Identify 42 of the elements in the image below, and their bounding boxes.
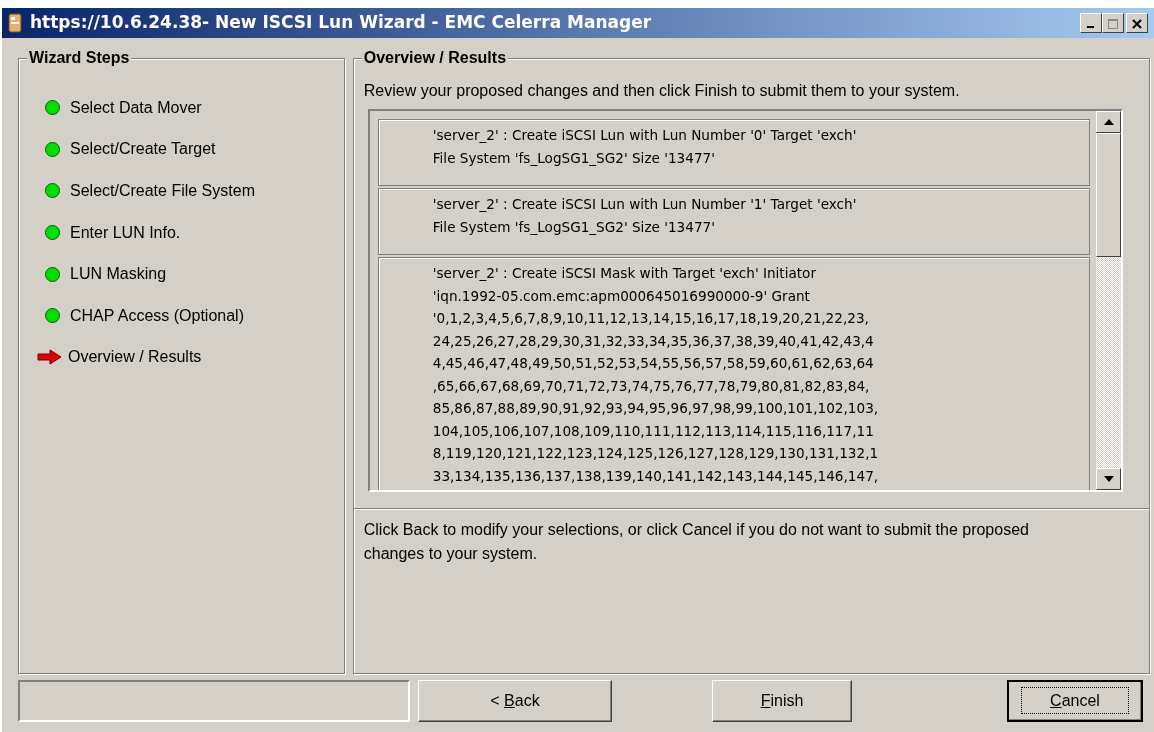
- change-text: 85,86,87,88,89,90,91,92,93,94,95,96,97,98,99,100,101,102,103,: [432, 399, 880, 418]
- scroll-down-button[interactable]: [1096, 468, 1121, 490]
- close-button[interactable]: [1126, 13, 1148, 33]
- change-text: 104,105,106,107,108,109,110,111,112,113,114,115,116,117,11: [432, 421, 875, 441]
- wizard-button[interactable]: < Back: [418, 680, 612, 722]
- instruction-text: Review your proposed changes and then click Finish to submit them to your system.: [363, 81, 961, 101]
- maximize-icon: [1108, 19, 1118, 29]
- scroll-up-button[interactable]: [1096, 111, 1121, 133]
- change-item[interactable]: 'server_2' : Create iSCSI Lun with Lun Number '1' Target 'exch' File System 'fs_LogSG1_SG2' Size '13477': [377, 188, 1090, 255]
- change-text: 'server_2' : Create iSCSI Lun with Lun Number '1' Target 'exch': [432, 195, 858, 214]
- wizard-button[interactable]: Cancel: [1007, 680, 1143, 722]
- wizard-button[interactable]: Finish: [712, 680, 852, 722]
- app-icon: [8, 13, 22, 33]
- step-label: CHAP Access (Optional): [70, 305, 244, 326]
- change-text: 33,134,135,136,137,138,139,140,141,142,143,144,145,146,147,: [432, 466, 880, 486]
- change-text: '0,1,2,3,4,5,6,7,8,9,10,11,12,13,14,15,16,17,18,19,20,21,22,23,: [432, 309, 870, 328]
- change-text: 8,119,120,121,122,123,124,125,126,127,128,129,130,131,132,1: [432, 444, 880, 463]
- change-text: 4,45,46,47,48,49,50,51,52,53,54,55,56,57,58,59,60,61,62,63,64: [432, 354, 875, 373]
- scrollbar[interactable]: [1096, 111, 1121, 490]
- instruction-text: Click Back to modify your selections, or click Cancel if you do not want to submit the proposed changes to your system.: [363, 520, 1030, 564]
- change-text: 'server_2' : Create iSCSI Lun with Lun Number '0' Target 'exch': [432, 126, 858, 145]
- change-text: 'server_2' : Create iSCSI Mask with Target 'exch' Initiator: [432, 264, 818, 283]
- change-item[interactable]: 'server_2' : Create iSCSI Lun with Lun Number '0' Target 'exch' File System 'fs_LogSG1_SG2' Size '13477': [377, 119, 1090, 186]
- down-arrow-icon: [1103, 476, 1114, 482]
- step-label: Select Data Mover: [70, 97, 202, 118]
- step-label: Select/Create Target: [70, 139, 216, 160]
- step-label: Select/Create File System: [70, 181, 255, 201]
- change-text: File System 'fs_LogSG1_SG2' Size '13477': [432, 148, 716, 168]
- panel-title: Wizard Steps: [27, 48, 132, 68]
- step-label: Overview / Results: [68, 347, 202, 368]
- up-arrow-icon: [1103, 119, 1114, 125]
- change-text: ,65,66,67,68,69,70,71,72,73,74,75,76,77,78,79,80,81,82,83,84,: [432, 376, 871, 396]
- step-label: Enter LUN Info.: [70, 222, 181, 243]
- change-text: File System 'fs_LogSG1_SG2' Size '13477': [432, 217, 716, 237]
- window-title: https://10.6.24.38- New ISCSI Lun Wizard - EMC Celerra Manager: [30, 11, 652, 35]
- close-icon: [1132, 19, 1142, 29]
- step-label: LUN Masking: [70, 264, 167, 285]
- change-text: 'iqn.1992-05.com.emc:apm000645016990000-9' Grant: [432, 286, 811, 306]
- scroll-thumb[interactable]: [1096, 133, 1121, 257]
- change-text: 24,25,26,27,28,29,30,31,32,33,34,35,36,37,38,39,40,41,42,43,4: [432, 331, 875, 351]
- change-item[interactable]: [377, 257, 1090, 490]
- minimize-button[interactable]: [1080, 13, 1102, 33]
